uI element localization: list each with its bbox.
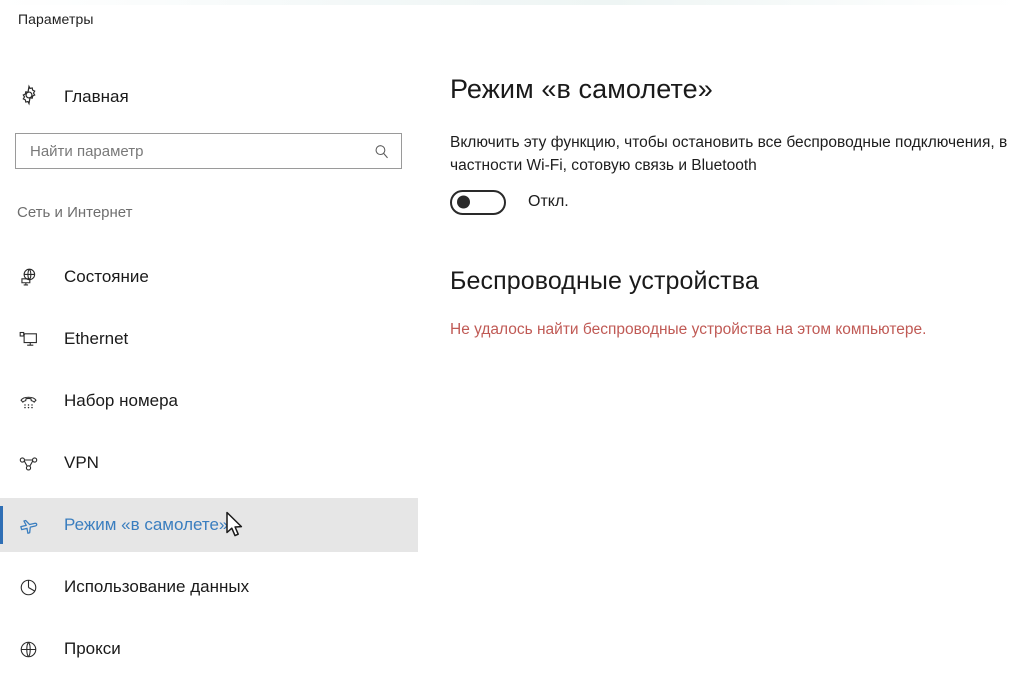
settings-sidebar: Главная Сеть и Интернет Состояние bbox=[0, 36, 420, 681]
sidebar-item-status-label: Состояние bbox=[64, 267, 149, 287]
sidebar-item-proxy-label: Прокси bbox=[64, 639, 121, 659]
pie-chart-icon bbox=[18, 577, 48, 598]
page-title: Режим «в самолете» bbox=[450, 36, 1018, 105]
sidebar-item-home-label: Главная bbox=[64, 87, 129, 107]
sidebar-item-ethernet-label: Ethernet bbox=[64, 329, 128, 349]
airplane-mode-toggle-row: Откл. bbox=[450, 190, 1018, 215]
sidebar-item-data-usage-label: Использование данных bbox=[64, 577, 249, 597]
airplane-mode-description: Включить эту функцию, чтобы остановить в… bbox=[450, 131, 1016, 178]
window-top-band bbox=[0, 0, 1018, 5]
sidebar-nav-list: Состояние Ethernet bbox=[0, 250, 418, 684]
airplane-icon bbox=[18, 514, 48, 537]
settings-content-pane: Режим «в самолете» Включить эту функцию,… bbox=[450, 36, 1018, 342]
sidebar-item-data-usage[interactable]: Использование данных bbox=[0, 560, 418, 614]
toggle-knob bbox=[457, 196, 470, 209]
sidebar-group-title: Сеть и Интернет bbox=[17, 204, 133, 221]
sidebar-item-dialup[interactable]: Набор номера bbox=[0, 374, 418, 428]
airplane-mode-toggle-label: Откл. bbox=[528, 193, 569, 211]
sidebar-item-ethernet[interactable]: Ethernet bbox=[0, 312, 418, 366]
search-box[interactable] bbox=[15, 133, 402, 169]
globe-icon bbox=[18, 639, 48, 660]
search-icon[interactable] bbox=[361, 143, 401, 160]
sidebar-item-home[interactable]: Главная bbox=[0, 73, 418, 121]
wireless-devices-error-message: Не удалось найти беспроводные устройства… bbox=[450, 318, 950, 342]
gear-icon bbox=[18, 84, 48, 111]
network-status-icon bbox=[18, 267, 48, 288]
sidebar-item-proxy[interactable]: Прокси bbox=[0, 622, 418, 676]
vpn-icon bbox=[18, 453, 48, 474]
sidebar-item-vpn[interactable]: VPN bbox=[0, 436, 418, 490]
sidebar-item-airplane-mode[interactable]: Режим «в самолете» bbox=[0, 498, 418, 552]
sidebar-item-airplane-mode-label: Режим «в самолете» bbox=[64, 515, 228, 535]
sidebar-item-vpn-label: VPN bbox=[64, 453, 99, 473]
sidebar-item-status[interactable]: Состояние bbox=[0, 250, 418, 304]
ethernet-icon bbox=[18, 329, 48, 350]
search-input[interactable] bbox=[16, 134, 361, 168]
wireless-devices-heading: Беспроводные устройства bbox=[450, 215, 1018, 296]
window-title: Параметры bbox=[18, 11, 94, 27]
sidebar-item-dialup-label: Набор номера bbox=[64, 391, 178, 411]
airplane-mode-toggle[interactable] bbox=[450, 190, 506, 215]
dial-up-phone-icon bbox=[18, 391, 48, 412]
